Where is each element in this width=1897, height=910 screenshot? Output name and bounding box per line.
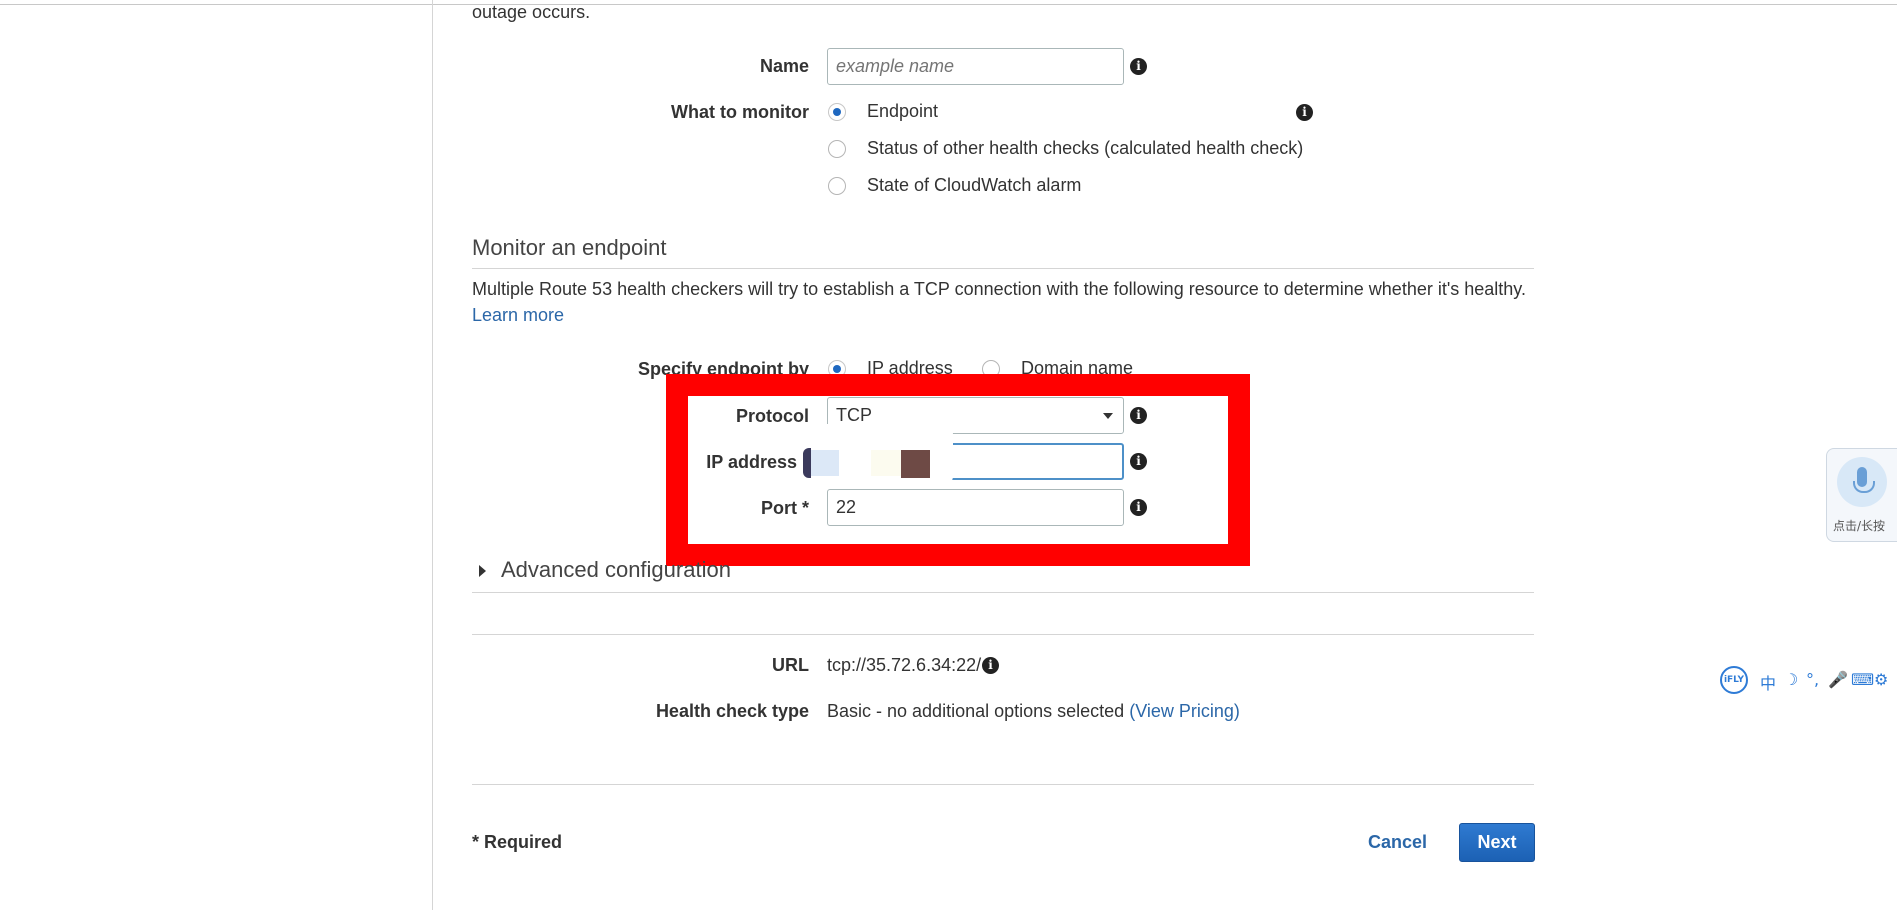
protocol-select-value: TCP [836, 405, 872, 425]
required-note: * Required [472, 832, 563, 852]
gear-icon[interactable]: ⚙ [1874, 670, 1888, 689]
redaction-mark [811, 450, 839, 476]
voice-input-widget[interactable]: 点击/长按 [1826, 448, 1897, 542]
section-divider [472, 268, 1534, 269]
radio-cloudwatch-label: State of CloudWatch alarm [867, 175, 1082, 195]
radio-ip-address[interactable] [828, 360, 846, 378]
caret-right-icon[interactable] [479, 565, 486, 577]
ip-address-label: IP address [706, 452, 797, 472]
ip-info-icon[interactable]: i [1130, 453, 1147, 470]
learn-more-link[interactable]: Learn more [472, 305, 564, 326]
redaction-mark [803, 448, 811, 478]
summary-divider [472, 634, 1534, 635]
keyboard-icon[interactable]: ⌨ [1851, 670, 1874, 689]
next-button[interactable]: Next [1459, 823, 1535, 862]
view-pricing-link[interactable]: (View Pricing) [1129, 701, 1240, 721]
url-value: tcp://35.72.6.34:22/ [827, 655, 982, 675]
radio-calculated-health-check[interactable] [828, 140, 846, 158]
radio-ip-address-label: IP address [867, 358, 953, 378]
port-label: Port * [760, 498, 809, 518]
footer-divider [472, 784, 1534, 785]
cancel-button[interactable]: Cancel [1362, 831, 1433, 854]
radio-domain-name-label: Domain name [1021, 358, 1134, 378]
moon-icon[interactable]: ☽ [1784, 670, 1798, 689]
port-info-icon[interactable]: i [1130, 499, 1147, 516]
monitor-label: What to monitor [671, 102, 809, 122]
advanced-configuration-toggle[interactable]: Advanced configuration [501, 557, 731, 583]
redaction-mark [901, 450, 930, 478]
specify-endpoint-label: Specify endpoint by [637, 359, 809, 379]
radio-calculated-label: Status of other health checks (calculate… [867, 138, 1304, 158]
health-check-type-value: Basic - no additional options selected (… [827, 701, 1240, 722]
radio-cloudwatch-alarm[interactable] [828, 177, 846, 195]
url-label: URL [772, 655, 809, 675]
advanced-divider [472, 592, 1534, 593]
name-info-icon[interactable]: i [1130, 58, 1147, 75]
url-info-icon[interactable]: i [982, 657, 999, 674]
chinese-mode-icon[interactable]: 中 [1760, 670, 1776, 694]
content-left-divider [432, 0, 433, 910]
voice-widget-label: 点击/长按 [1833, 519, 1886, 533]
chevron-down-icon [1103, 413, 1113, 419]
health-check-type-label: Health check type [655, 701, 809, 721]
port-input[interactable]: 22 [827, 489, 1124, 526]
ifly-logo-icon[interactable]: iFLY [1720, 666, 1748, 694]
redaction-mark [871, 450, 901, 476]
microphone-small-icon[interactable]: 🎤 [1828, 670, 1848, 689]
protocol-info-icon[interactable]: i [1130, 407, 1147, 424]
name-label: Name [759, 56, 809, 76]
radio-endpoint[interactable] [828, 103, 846, 121]
health-check-type-text: Basic - no additional options selected [827, 701, 1125, 721]
ifly-toolbar: iFLY 中 ☽ °, 🎤 ⌨ ⚙ [1718, 666, 1897, 696]
punctuation-icon[interactable]: °, [1806, 670, 1819, 689]
microphone-icon [1837, 457, 1887, 507]
browser-top-border [0, 0, 1897, 5]
radio-domain-name[interactable] [982, 360, 1000, 378]
protocol-label: Protocol [735, 406, 809, 426]
monitor-info-icon[interactable]: i [1296, 104, 1313, 121]
endpoint-description: Multiple Route 53 health checkers will t… [472, 279, 1526, 299]
intro-text: outage occurs. [472, 2, 591, 22]
section-title-endpoint: Monitor an endpoint [472, 235, 667, 260]
radio-endpoint-label: Endpoint [867, 101, 939, 121]
name-input[interactable] [827, 48, 1124, 85]
